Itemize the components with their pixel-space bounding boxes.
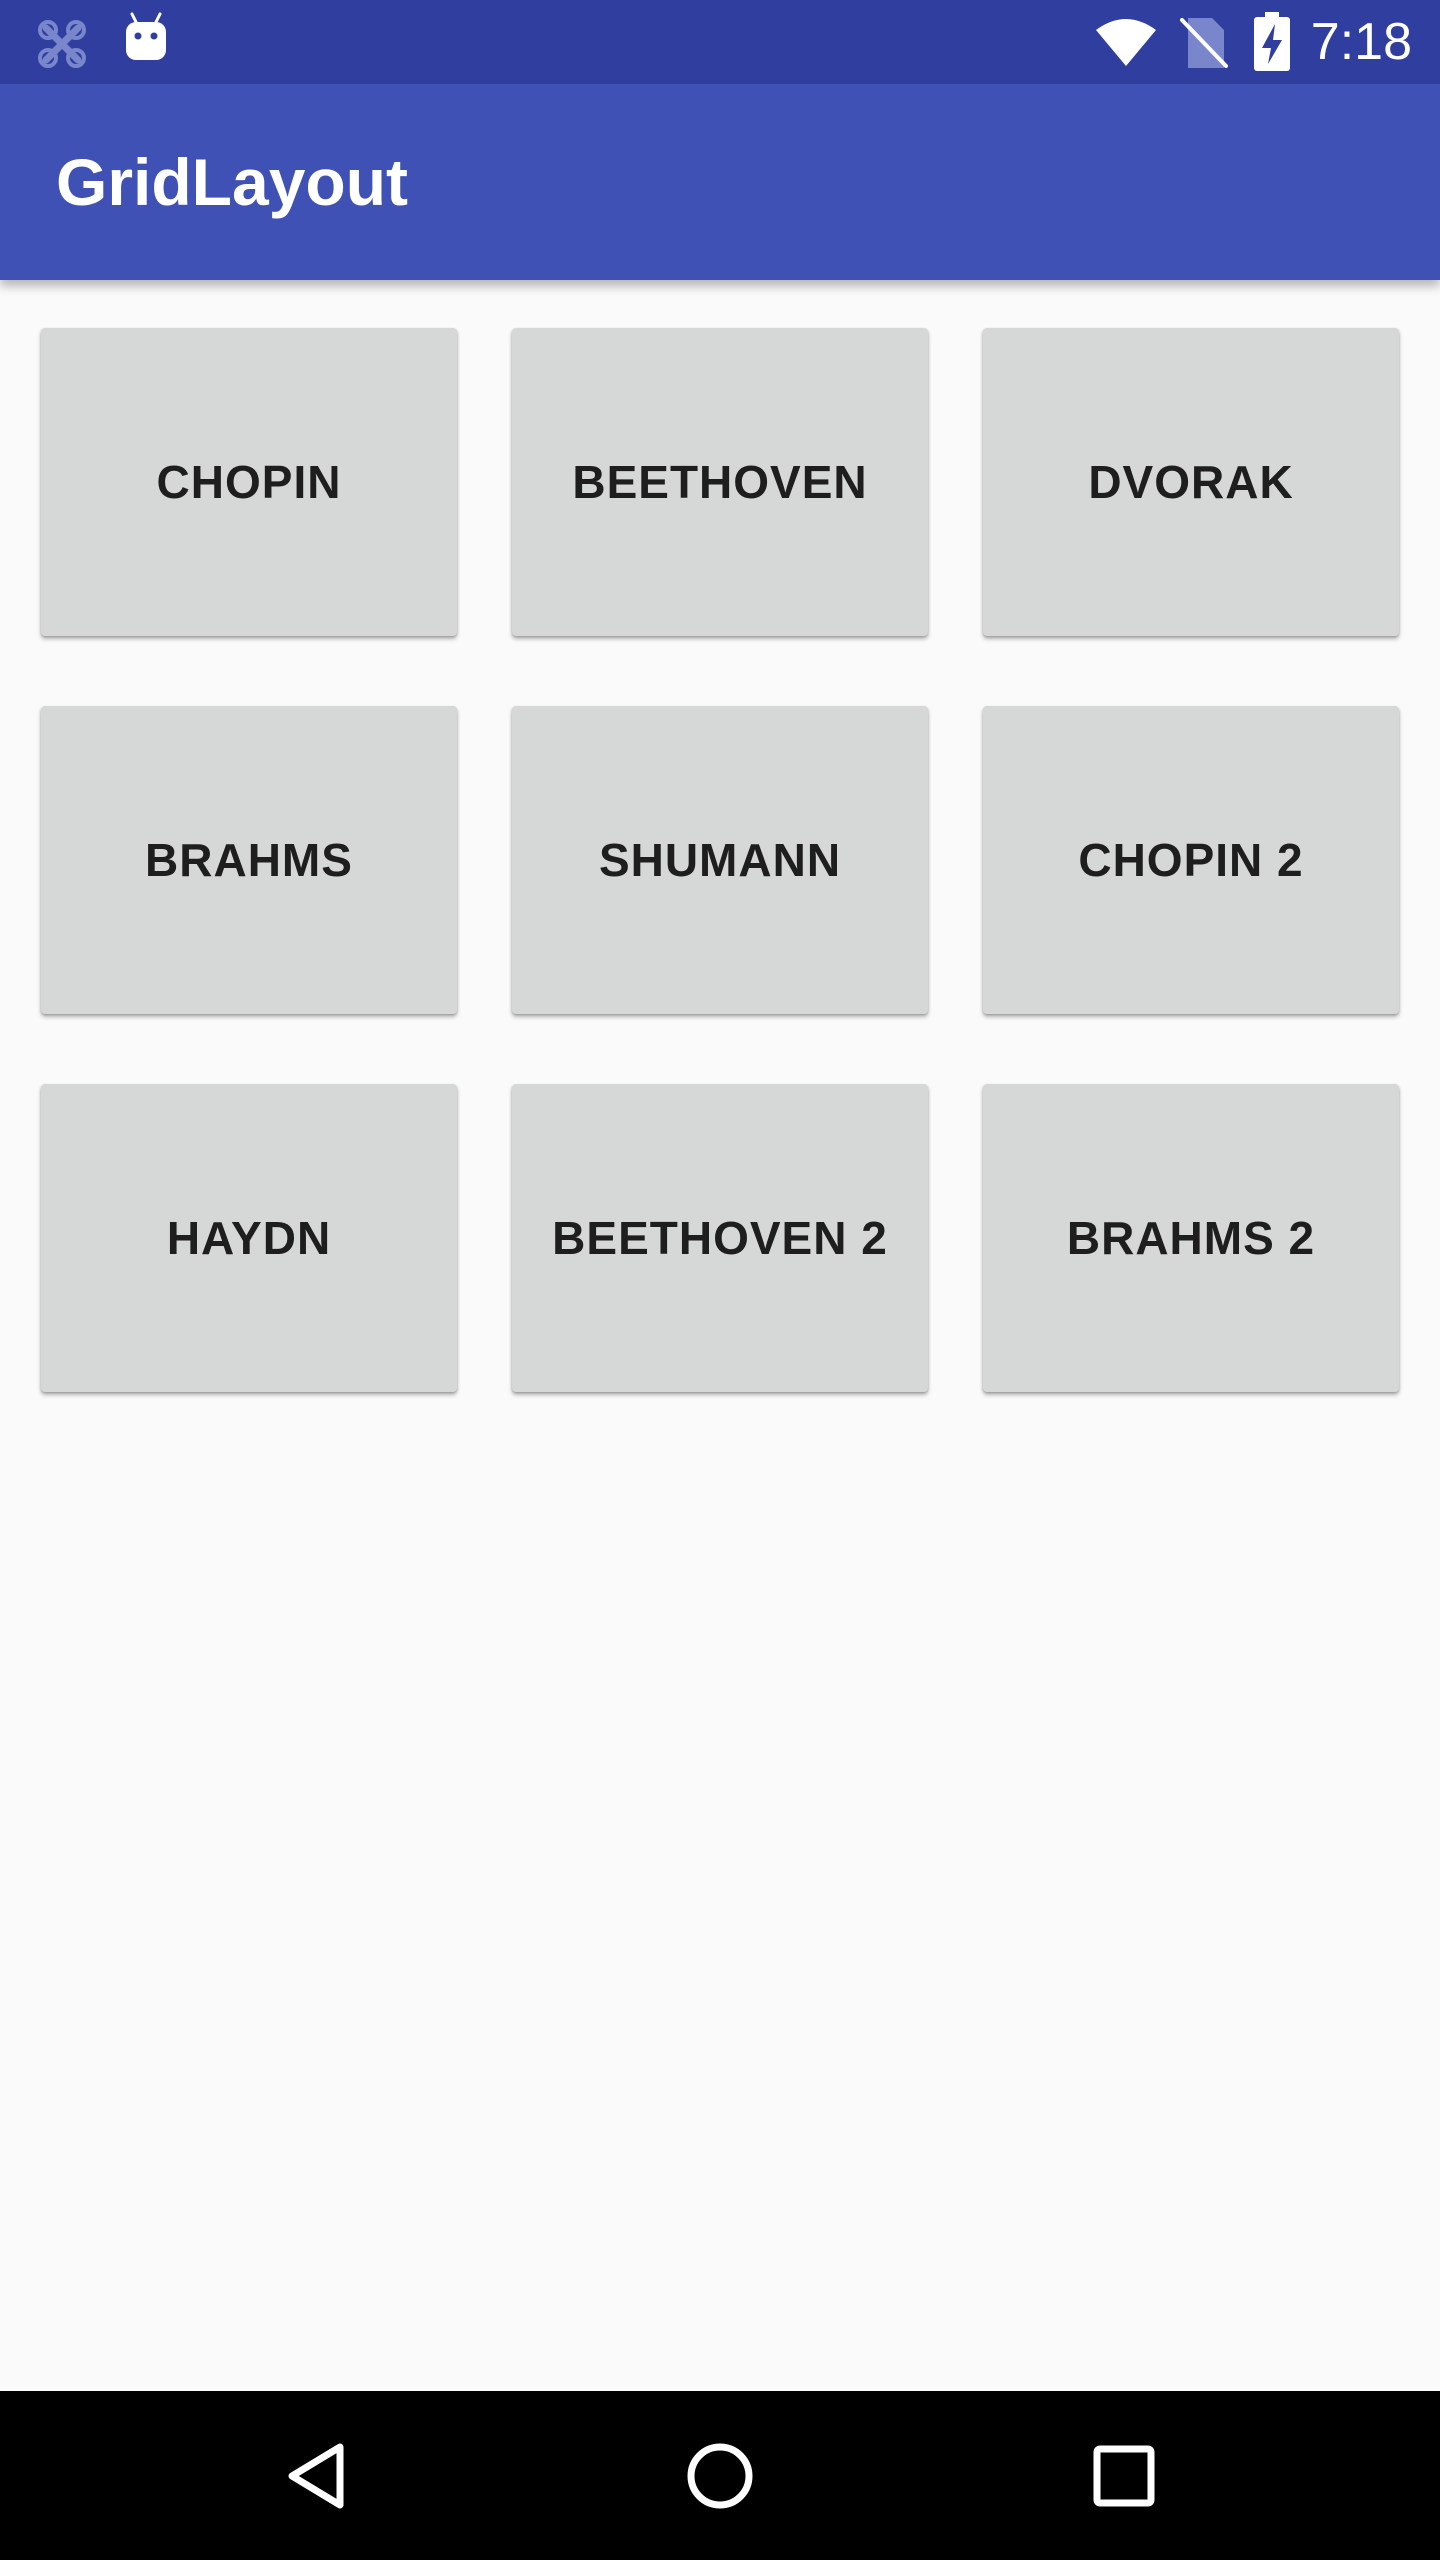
back-icon [284, 2441, 348, 2511]
back-button[interactable] [216, 2391, 416, 2560]
chopin-2-button[interactable]: CHOPIN 2 [983, 706, 1399, 1014]
app-title: GridLayout [56, 145, 409, 219]
button-grid: CHOPIN BEETHOVEN DVORAK BRAHMS SHUMANN C… [41, 328, 1399, 1392]
home-button[interactable] [620, 2391, 820, 2560]
content-area: CHOPIN BEETHOVEN DVORAK BRAHMS SHUMANN C… [0, 280, 1440, 2391]
brahms-button[interactable]: BRAHMS [41, 706, 457, 1014]
notification-x-icon [34, 16, 90, 77]
shumann-button[interactable]: SHUMANN [512, 706, 928, 1014]
home-icon [685, 2441, 755, 2511]
wifi-icon [1094, 16, 1158, 73]
navigation-bar [0, 2391, 1440, 2560]
app-bar: GridLayout [0, 84, 1440, 280]
recents-button[interactable] [1024, 2391, 1224, 2560]
recents-icon [1093, 2445, 1155, 2507]
beethoven-2-button[interactable]: BEETHOVEN 2 [512, 1084, 928, 1392]
beethoven-button[interactable]: BEETHOVEN [512, 328, 928, 636]
android-robot-icon [122, 12, 170, 69]
status-time: 7:18 [1310, 13, 1412, 71]
haydn-button[interactable]: HAYDN [41, 1084, 457, 1392]
chopin-button[interactable]: CHOPIN [41, 328, 457, 636]
dvorak-button[interactable]: DVORAK [983, 328, 1399, 636]
status-bar: 7:18 [0, 0, 1440, 84]
no-sim-icon [1180, 16, 1228, 75]
brahms-2-button[interactable]: BRAHMS 2 [983, 1084, 1399, 1392]
battery-charging-icon [1252, 12, 1292, 77]
